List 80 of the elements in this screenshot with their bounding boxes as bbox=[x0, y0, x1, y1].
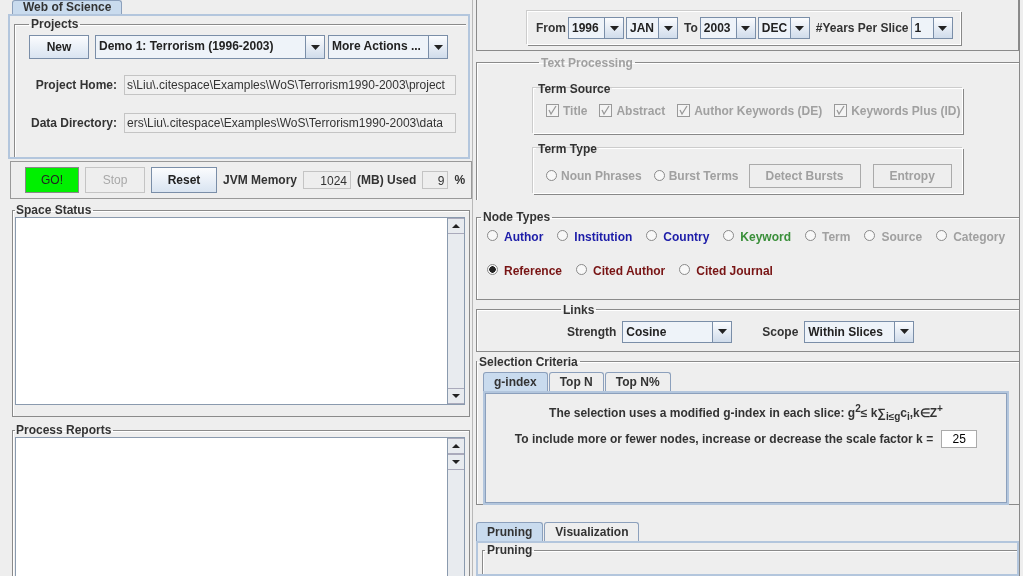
field-label: Data Directory: bbox=[30, 116, 117, 130]
scroll-down-icon[interactable] bbox=[452, 460, 460, 464]
scale-factor-label: To include more or fewer nodes, increase or decrease the scale factor k = bbox=[514, 431, 934, 446]
radio-button[interactable]: Reference bbox=[487, 264, 563, 299]
to-label: To bbox=[684, 21, 698, 35]
criteria-tab[interactable]: Top N bbox=[548, 371, 604, 391]
month-dropdown[interactable]: JAN bbox=[626, 17, 678, 39]
group-title: Space Status bbox=[15, 203, 93, 217]
checkmark-icon bbox=[678, 105, 690, 117]
month-dropdown[interactable]: DEC bbox=[757, 17, 810, 39]
radio-button[interactable]: Cited Author bbox=[576, 264, 666, 299]
scale-factor-field[interactable]: 25 bbox=[941, 429, 978, 448]
caret-icon bbox=[938, 25, 948, 31]
action-button[interactable]: GO! bbox=[25, 167, 79, 193]
radio-icon[interactable] bbox=[679, 264, 691, 276]
caret-icon bbox=[433, 44, 443, 50]
caret-icon bbox=[899, 329, 909, 335]
path-field[interactable]: ers\Liu\.citespace\Examples\WoS\Terrorism1990-2003\data bbox=[124, 113, 456, 133]
scrollbar[interactable] bbox=[448, 217, 465, 405]
slice-label: #Years Per Slice bbox=[815, 21, 909, 35]
radio-icon[interactable] bbox=[487, 264, 498, 276]
radio-button[interactable]: Author bbox=[487, 230, 544, 265]
scroll-up-icon[interactable] bbox=[452, 224, 460, 228]
group-title: Process Reports bbox=[15, 423, 113, 437]
action-button[interactable]: Reset bbox=[151, 167, 217, 193]
actions-dropdown[interactable]: More Actions ... bbox=[328, 35, 448, 59]
group-title: Links bbox=[562, 302, 596, 317]
scroll-up-icon[interactable] bbox=[452, 444, 460, 448]
radio-icon[interactable] bbox=[576, 264, 588, 276]
year-dropdown[interactable]: 1996 bbox=[568, 17, 624, 39]
scope-dropdown[interactable]: Within Slices bbox=[804, 320, 915, 343]
year-dropdown[interactable]: 2003 bbox=[699, 17, 756, 39]
caret-icon bbox=[609, 25, 619, 31]
scroll-down-icon[interactable] bbox=[452, 394, 460, 398]
path-field[interactable]: s\Liu\.citespace\Examples\WoS\Terrorism1990-2003\project bbox=[124, 75, 456, 95]
options-tab[interactable]: Pruning bbox=[476, 522, 544, 541]
used-label: (MB) Used bbox=[357, 173, 417, 187]
group-title: Pruning bbox=[486, 543, 534, 557]
radio-icon[interactable] bbox=[487, 230, 498, 242]
new-button[interactable]: New bbox=[29, 35, 89, 59]
radio-icon[interactable] bbox=[646, 230, 658, 242]
criteria-tab[interactable]: g-index bbox=[483, 371, 548, 391]
radio-icon[interactable] bbox=[936, 230, 948, 242]
group-title: Node Types bbox=[482, 210, 552, 225]
memory-label: JVM Memory bbox=[223, 173, 298, 187]
criteria-tab[interactable]: Top N% bbox=[604, 371, 671, 391]
used-value: 9 bbox=[422, 171, 449, 189]
from-label: From bbox=[536, 21, 566, 35]
group-title: Term Type bbox=[537, 141, 598, 156]
caret-icon bbox=[663, 25, 673, 31]
options-tab[interactable]: Visualization bbox=[544, 522, 640, 541]
percent-label: % bbox=[454, 173, 466, 187]
radio-button[interactable]: Keyword bbox=[723, 230, 791, 265]
group-title: Selection Criteria bbox=[478, 354, 579, 369]
group-title: Projects bbox=[30, 17, 80, 31]
radio-button[interactable]: Cited Journal bbox=[679, 264, 773, 299]
radio-icon[interactable] bbox=[864, 230, 876, 242]
project-dropdown[interactable]: Demo 1: Terrorism (1996-2003) bbox=[95, 35, 325, 59]
checkmark-icon bbox=[600, 105, 612, 117]
strength-dropdown[interactable]: Cosine bbox=[622, 320, 733, 343]
memory-value: 1024 bbox=[303, 171, 352, 189]
strength-label: Strength bbox=[567, 324, 617, 339]
radio-icon[interactable] bbox=[805, 230, 816, 242]
slice-dropdown[interactable]: 1 bbox=[910, 17, 953, 39]
caret-icon bbox=[741, 25, 751, 31]
source-tab[interactable]: Web of Science bbox=[12, 0, 123, 14]
checkmark-icon bbox=[547, 105, 558, 117]
radio-button[interactable]: Institution bbox=[557, 230, 633, 265]
caret-icon bbox=[717, 329, 727, 335]
radio-button[interactable]: Country bbox=[646, 230, 710, 265]
field-label: Project Home: bbox=[35, 78, 117, 92]
group-title: Term Source bbox=[537, 81, 612, 96]
caret-icon bbox=[310, 44, 320, 50]
formula-text: The selection uses a modified g-index in each slice: g$^{2}$≤ k∑$_{i≤g}$c$_{i}$,k∈Z$^{+}$ bbox=[548, 402, 944, 422]
checkmark-icon bbox=[835, 105, 847, 117]
radio-icon[interactable] bbox=[557, 230, 569, 242]
scope-label: Scope bbox=[762, 324, 799, 339]
caret-icon bbox=[795, 25, 805, 31]
radio-icon[interactable] bbox=[723, 230, 735, 242]
group-title: Text Processing bbox=[540, 55, 634, 70]
